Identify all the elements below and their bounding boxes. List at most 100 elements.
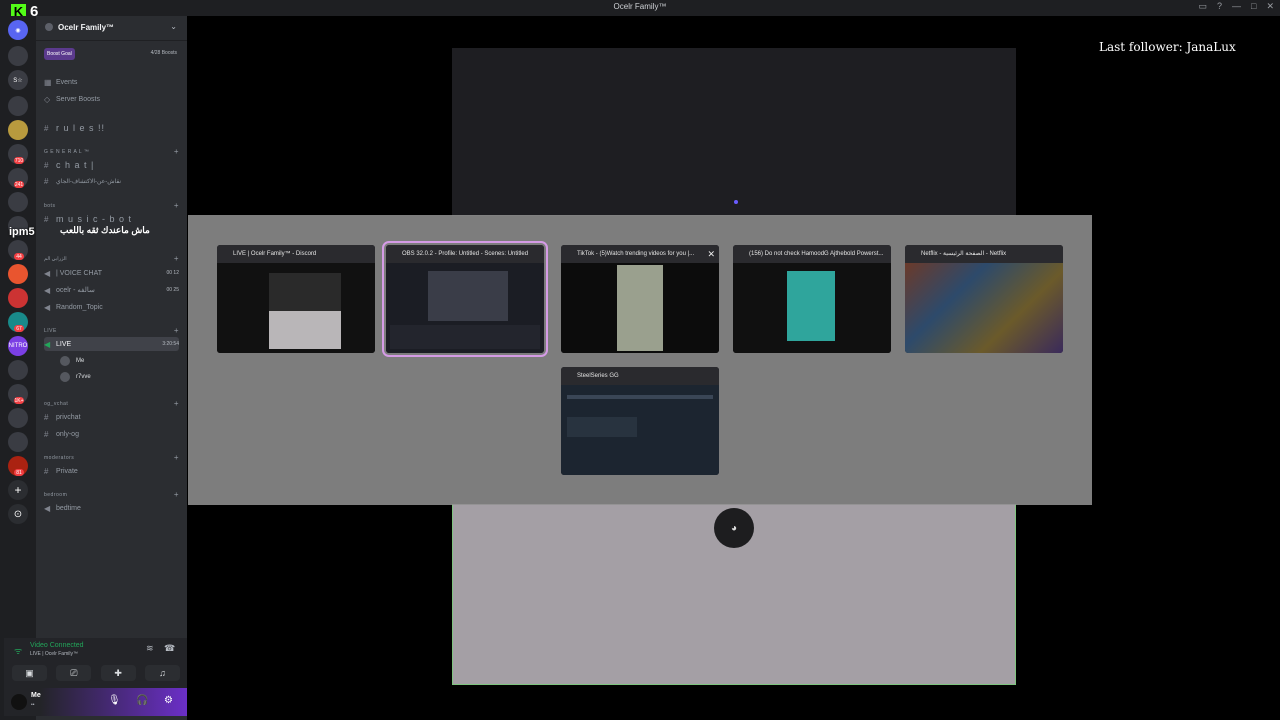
voice-channel-bedtime[interactable]: ◀ bedtime [44,501,179,515]
headphones-icon[interactable]: 🎧 [136,695,148,706]
add-channel-icon[interactable]: + [174,326,179,335]
add-channel-icon[interactable]: + [174,399,179,408]
signal-icon: ᯤ [14,646,23,656]
window-thumb-tiktok[interactable]: TikTok - (5)Watch trending videos for yo… [561,245,719,353]
window-thumb-netflix[interactable]: Netflix - الصفحة الرئيسية - Netflix [905,245,1063,353]
help-icon[interactable]: ? [1217,1,1222,12]
category-general[interactable]: G E N E R A L ™ + [44,147,179,156]
channel-label: only-og [56,430,79,438]
voice-status: Video Connected [30,642,84,649]
soundboard-icon: ♫ [159,668,166,678]
server-icon[interactable] [8,360,28,380]
window-preview [905,263,1063,353]
screen-share-button[interactable]: ⎚ [56,665,92,681]
window-title: TikTok - (5)Watch trending videos for yo… [561,245,719,263]
settings-gear-icon[interactable]: ⚙ [164,695,173,706]
server-rail: ◉ S☆ 710 241 44 67 NITRO 1K+ 81 + ⊙ [0,16,36,720]
voice-user[interactable]: Me [60,356,84,366]
soundboard-button[interactable]: ♫ [144,665,180,681]
voice-channel-random[interactable]: ◀ Random_Topic [44,300,179,314]
channel-rules[interactable]: # r u l e s !! [44,121,179,135]
category-og[interactable]: og_vchat + [44,399,179,408]
server-icon[interactable] [8,96,28,116]
hash-icon: # [44,429,49,439]
voice-channel-name[interactable]: LIVE | Ocelr Family™ [30,651,78,657]
window-title: (156) Do not check HamoodG Ajthebold Pow… [733,245,891,263]
channel-arabic[interactable]: # نقاش-عن-الاكتشاف-الجاي [44,174,179,188]
maximize-icon[interactable]: □ [1251,1,1256,12]
webcam-avatar: ◕ [714,508,754,548]
discord-home-icon[interactable]: ◉ [8,20,28,40]
channel-label: ocelr - سالفه [56,287,95,294]
inbox-icon[interactable]: ▭ [1198,1,1207,12]
voice-channel-chat[interactable]: ◀ | VOICE CHAT 00 12 [44,266,179,280]
add-channel-icon[interactable]: + [174,201,179,210]
window-thumb-obs[interactable]: OBS 32.0.2 - Profile: Untitled - Scenes:… [382,241,548,357]
activities-button[interactable]: ✚ [100,665,136,681]
discover-icon[interactable]: ⊙ [8,504,28,524]
add-channel-icon[interactable]: + [174,490,179,499]
add-server-icon[interactable]: + [8,480,28,500]
avatar [60,356,70,366]
category-live[interactable]: LIVE + [44,326,179,335]
camera-button[interactable]: ▣ [12,665,47,681]
close-icon[interactable]: ✕ [1266,1,1274,12]
channel-privchat[interactable]: # privchat [44,410,179,424]
server-icon[interactable] [8,288,28,308]
server-avatar-icon [45,23,53,31]
server-icon[interactable]: S☆ [8,70,28,90]
server-icon[interactable] [8,432,28,452]
avatar[interactable] [11,694,27,710]
preview-block [567,417,637,437]
category-voice[interactable]: الزرابي الم + [44,254,179,263]
channel-music-bot[interactable]: # m u s i c - b o t [44,212,179,226]
server-icon[interactable]: NITRO [8,336,28,356]
server-icon[interactable] [8,264,28,284]
category-label: moderators [44,455,75,461]
boost-icon: ◇ [44,94,51,104]
user-limit: 00 25 [166,287,179,293]
category-mods[interactable]: moderators + [44,453,179,462]
voice-connection-panel: ᯤ Video Connected LIVE | Ocelr Family™ ≋… [4,638,187,688]
user-status: •• [31,702,35,708]
channel-label: LIVE [56,340,72,348]
channel-chat[interactable]: # c h a t | [44,158,179,172]
microphone-icon[interactable]: 🎙 [108,695,121,706]
hash-icon: # [44,412,49,422]
events-item[interactable]: ▦ Events [44,75,179,89]
channel-label: privchat [56,413,81,421]
mention-badge: 81 [14,469,24,476]
server-icon[interactable] [8,192,28,212]
server-icon[interactable] [8,408,28,428]
server-icon[interactable] [8,120,28,140]
voice-channel-live[interactable]: ◀ LIVE 3:20:54 [44,337,179,351]
channel-only-og[interactable]: # only-og [44,427,179,441]
hash-icon: # [44,123,50,133]
window-thumb-steelseries[interactable]: SteelSeries GG [561,367,719,475]
server-header[interactable]: Ocelr Family™ ⌄ [36,16,187,41]
add-channel-icon[interactable]: + [174,147,179,156]
category-label: LIVE [44,328,57,334]
window-thumb-youtube[interactable]: (156) Do not check HamoodG Ajthebold Pow… [733,245,891,353]
add-channel-icon[interactable]: + [174,254,179,263]
channel-label: نقاش-عن-الاكتشاف-الجاي [56,178,122,185]
live-timer: 3:20:54 [162,341,179,347]
add-channel-icon[interactable]: + [174,453,179,462]
server-icon[interactable] [8,46,28,66]
close-icon[interactable]: ✕ [707,245,715,263]
preview-block [567,395,713,399]
category-bedroom[interactable]: bedroom + [44,490,179,499]
window-title: Ocelr Family™ [613,2,667,11]
user-name: Me [31,692,41,699]
noise-suppression-icon[interactable]: ≋ [146,643,154,654]
disconnect-icon[interactable]: ☎ [164,643,175,654]
minimize-icon[interactable]: — [1232,1,1241,12]
category-bots[interactable]: bots + [44,201,179,210]
category-label: الزرابي الم [44,256,67,262]
voice-user[interactable]: r7vve [60,372,91,382]
boost-goal-bar[interactable]: Boost Goal 4/28 Boosts [44,48,179,60]
server-boosts-item[interactable]: ◇ Server Boosts [44,92,179,106]
voice-channel-ocelr[interactable]: ◀ ocelr - سالفه 00 25 [44,283,179,297]
channel-private[interactable]: # Private [44,464,179,478]
window-thumb-discord[interactable]: LIVE | Ocelr Family™ - Discord [217,245,375,353]
